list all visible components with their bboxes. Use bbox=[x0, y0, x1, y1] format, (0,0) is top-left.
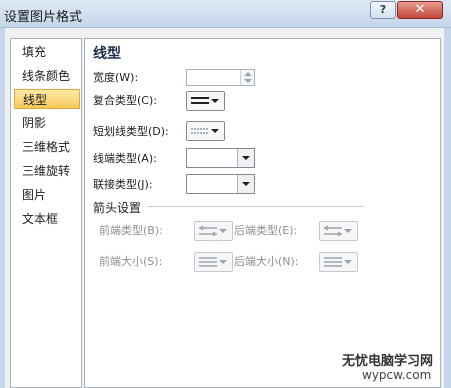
chevron-down-icon bbox=[344, 229, 352, 233]
width-spinner[interactable] bbox=[186, 69, 255, 86]
window-title: 设置图片格式 bbox=[4, 10, 83, 25]
chevron-down-icon bbox=[219, 260, 227, 264]
nav-item-line-style[interactable]: 线型 bbox=[14, 89, 80, 109]
nav-item-picture[interactable]: 图片 bbox=[14, 185, 80, 205]
nav-item-text-box[interactable]: 文本框 bbox=[14, 209, 80, 229]
end-size-dropdown[interactable] bbox=[319, 252, 358, 272]
begin-type-label: 前端类型(B): bbox=[99, 224, 163, 237]
window-frame-right bbox=[444, 28, 451, 388]
settings-panel: 线型 宽度(W): 复合类型(C): 短划线类型(D): 线端类型(A): 联接… bbox=[84, 38, 441, 388]
chevron-down-icon bbox=[344, 260, 352, 264]
chevron-down-icon bbox=[211, 99, 219, 103]
arrow-size-icon bbox=[199, 257, 217, 267]
arrow-size-icon bbox=[324, 257, 342, 267]
spin-up-icon[interactable] bbox=[244, 72, 252, 76]
compound-type-label: 复合类型(C): bbox=[93, 94, 157, 107]
section-title: 线型 bbox=[93, 46, 121, 62]
begin-size-label: 前端大小(S): bbox=[99, 255, 163, 268]
watermark-url: wypcw.com bbox=[362, 368, 432, 382]
dash-line-icon bbox=[191, 128, 209, 134]
compound-line-icon bbox=[191, 97, 209, 104]
cap-type-dropdown-button[interactable] bbox=[237, 149, 254, 167]
nav-item-3d-format[interactable]: 三维格式 bbox=[14, 137, 80, 157]
spin-down-icon[interactable] bbox=[244, 79, 252, 83]
begin-type-dropdown[interactable] bbox=[194, 221, 233, 241]
dash-type-label: 短划线类型(D): bbox=[93, 125, 169, 138]
dash-type-dropdown[interactable] bbox=[186, 121, 225, 141]
cap-type-label: 线端类型(A): bbox=[93, 152, 157, 165]
arrow-type-icon bbox=[198, 225, 218, 237]
watermark-title: 无忧电脑学习网 bbox=[342, 354, 434, 369]
chevron-down-icon bbox=[211, 129, 219, 133]
compound-type-dropdown[interactable] bbox=[186, 91, 225, 111]
dialog-body: 填充 线条颜色 线型 阴影 三维格式 三维旋转 图片 文本框 线型 宽度(W):… bbox=[5, 28, 444, 388]
join-type-select[interactable] bbox=[186, 174, 255, 194]
chevron-down-icon bbox=[219, 229, 227, 233]
width-label: 宽度(W): bbox=[93, 71, 139, 84]
end-type-dropdown[interactable] bbox=[319, 221, 358, 241]
width-stepper[interactable] bbox=[240, 70, 254, 85]
arrow-settings-divider bbox=[147, 206, 364, 207]
close-button[interactable]: ✕ bbox=[397, 1, 443, 19]
cap-type-select[interactable] bbox=[186, 148, 255, 168]
begin-size-dropdown[interactable] bbox=[194, 252, 233, 272]
arrow-settings-title: 箭头设置 bbox=[93, 201, 142, 215]
join-type-label: 联接类型(J): bbox=[93, 178, 153, 191]
category-list: 填充 线条颜色 线型 阴影 三维格式 三维旋转 图片 文本框 bbox=[10, 38, 82, 388]
arrow-type-icon bbox=[323, 225, 343, 237]
nav-item-line-color[interactable]: 线条颜色 bbox=[14, 66, 80, 86]
chevron-down-icon bbox=[242, 156, 250, 160]
title-bar: 设置图片格式 ? ✕ bbox=[0, 0, 451, 28]
chevron-down-icon bbox=[242, 182, 250, 186]
end-type-label: 后端类型(E): bbox=[234, 224, 298, 237]
nav-item-fill[interactable]: 填充 bbox=[14, 42, 80, 62]
nav-item-3d-rotation[interactable]: 三维旋转 bbox=[14, 161, 80, 181]
join-type-dropdown-button[interactable] bbox=[237, 175, 254, 193]
help-button[interactable]: ? bbox=[370, 1, 396, 19]
end-size-label: 后端大小(N): bbox=[234, 255, 299, 268]
nav-item-shadow[interactable]: 阴影 bbox=[14, 113, 80, 133]
